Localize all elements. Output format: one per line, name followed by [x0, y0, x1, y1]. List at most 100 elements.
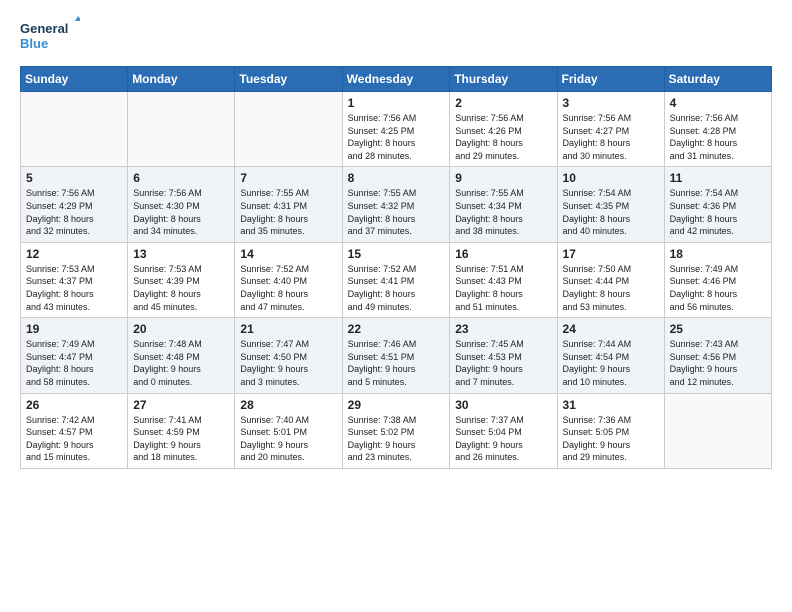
day-number: 30: [455, 398, 551, 412]
day-info: Sunrise: 7:54 AM Sunset: 4:36 PM Dayligh…: [670, 187, 766, 237]
week-row-4: 19 Sunrise: 7:49 AM Sunset: 4:47 PM Dayli…: [21, 318, 772, 393]
day-info: Sunrise: 7:52 AM Sunset: 4:41 PM Dayligh…: [348, 263, 445, 313]
day-number: 2: [455, 96, 551, 110]
weekday-header-sunday: Sunday: [21, 67, 128, 92]
day-number: 24: [563, 322, 659, 336]
day-info: Sunrise: 7:47 AM Sunset: 4:50 PM Dayligh…: [240, 338, 336, 388]
day-number: 28: [240, 398, 336, 412]
calendar-cell: 23Sunrise: 7:45 AM Sunset: 4:53 PM Dayli…: [450, 318, 557, 393]
day-info: Sunrise: 7:38 AM Sunset: 5:02 PM Dayligh…: [348, 414, 445, 464]
day-info: Sunrise: 7:53 AM Sunset: 4:37 PM Dayligh…: [26, 263, 122, 313]
svg-text:General: General: [20, 21, 68, 36]
day-number: 20: [133, 322, 229, 336]
day-number: 12: [26, 247, 122, 261]
week-row-5: 26 Sunrise: 7:42 AM Sunset: 4:57 PM Dayli…: [21, 393, 772, 468]
day-number: 6: [133, 171, 229, 185]
calendar-cell: 11 Sunrise: 7:54 AM Sunset: 4:36 PM Dayli…: [664, 167, 771, 242]
calendar-cell: [664, 393, 771, 468]
calendar-cell: 15 Sunrise: 7:52 AM Sunset: 4:41 PM Dayli…: [342, 242, 450, 317]
day-info: Sunrise: 7:40 AM Sunset: 5:01 PM Dayligh…: [240, 414, 336, 464]
calendar-cell: 28 Sunrise: 7:40 AM Sunset: 5:01 PM Dayli…: [235, 393, 342, 468]
calendar-cell: 14Sunrise: 7:52 AM Sunset: 4:40 PM Dayli…: [235, 242, 342, 317]
calendar-cell: 2 Sunrise: 7:56 AM Sunset: 4:26 PM Daylig…: [450, 92, 557, 167]
day-info: Sunrise: 7:56 AM Sunset: 4:25 PM Dayligh…: [348, 112, 445, 162]
day-info: Sunrise: 7:42 AM Sunset: 4:57 PM Dayligh…: [26, 414, 122, 464]
day-info: Sunrise: 7:54 AM Sunset: 4:35 PM Dayligh…: [563, 187, 659, 237]
calendar-cell: 9 Sunrise: 7:55 AM Sunset: 4:34 PM Daylig…: [450, 167, 557, 242]
calendar-cell: [235, 92, 342, 167]
day-info: Sunrise: 7:44 AM Sunset: 4:54 PM Dayligh…: [563, 338, 659, 388]
calendar-cell: [128, 92, 235, 167]
day-info: Sunrise: 7:48 AM Sunset: 4:48 PM Dayligh…: [133, 338, 229, 388]
day-info: Sunrise: 7:55 AM Sunset: 4:32 PM Dayligh…: [348, 187, 445, 237]
day-number: 26: [26, 398, 122, 412]
calendar-cell: 24 Sunrise: 7:44 AM Sunset: 4:54 PM Dayli…: [557, 318, 664, 393]
calendar-cell: 27Sunrise: 7:41 AM Sunset: 4:59 PM Dayli…: [128, 393, 235, 468]
day-number: 1: [348, 96, 445, 110]
day-number: 11: [670, 171, 766, 185]
calendar-cell: 20 Sunrise: 7:48 AM Sunset: 4:48 PM Dayli…: [128, 318, 235, 393]
calendar-cell: 19 Sunrise: 7:49 AM Sunset: 4:47 PM Dayli…: [21, 318, 128, 393]
week-row-1: 1 Sunrise: 7:56 AM Sunset: 4:25 PM Daylig…: [21, 92, 772, 167]
weekday-header-wednesday: Wednesday: [342, 67, 450, 92]
day-info: Sunrise: 7:49 AM Sunset: 4:46 PM Dayligh…: [670, 263, 766, 313]
weekday-header-monday: Monday: [128, 67, 235, 92]
day-info: Sunrise: 7:37 AM Sunset: 5:04 PM Dayligh…: [455, 414, 551, 464]
day-info: Sunrise: 7:56 AM Sunset: 4:26 PM Dayligh…: [455, 112, 551, 162]
day-number: 16: [455, 247, 551, 261]
day-number: 9: [455, 171, 551, 185]
day-info: Sunrise: 7:56 AM Sunset: 4:28 PM Dayligh…: [670, 112, 766, 162]
calendar-cell: 13 Sunrise: 7:53 AM Sunset: 4:39 PM Dayli…: [128, 242, 235, 317]
calendar-cell: 12 Sunrise: 7:53 AM Sunset: 4:37 PM Dayli…: [21, 242, 128, 317]
day-number: 10: [563, 171, 659, 185]
day-number: 18: [670, 247, 766, 261]
day-info: Sunrise: 7:53 AM Sunset: 4:39 PM Dayligh…: [133, 263, 229, 313]
day-number: 5: [26, 171, 122, 185]
day-info: Sunrise: 7:56 AM Sunset: 4:27 PM Dayligh…: [563, 112, 659, 162]
weekday-header-tuesday: Tuesday: [235, 67, 342, 92]
logo: General Blue: [20, 16, 80, 56]
day-number: 4: [670, 96, 766, 110]
day-number: 13: [133, 247, 229, 261]
day-info: Sunrise: 7:52 AM Sunset: 4:40 PM Dayligh…: [240, 263, 336, 313]
day-info: Sunrise: 7:55 AM Sunset: 4:31 PM Dayligh…: [240, 187, 336, 237]
logo-svg: General Blue: [20, 16, 80, 56]
calendar-cell: 29 Sunrise: 7:38 AM Sunset: 5:02 PM Dayli…: [342, 393, 450, 468]
calendar-cell: 18 Sunrise: 7:49 AM Sunset: 4:46 PM Dayli…: [664, 242, 771, 317]
calendar-cell: 26 Sunrise: 7:42 AM Sunset: 4:57 PM Dayli…: [21, 393, 128, 468]
day-number: 27: [133, 398, 229, 412]
calendar-cell: 22Sunrise: 7:46 AM Sunset: 4:51 PM Dayli…: [342, 318, 450, 393]
day-number: 19: [26, 322, 122, 336]
calendar-cell: 25Sunrise: 7:43 AM Sunset: 4:56 PM Dayli…: [664, 318, 771, 393]
day-number: 31: [563, 398, 659, 412]
calendar-cell: 5 Sunrise: 7:56 AM Sunset: 4:29 PM Daylig…: [21, 167, 128, 242]
weekday-header-saturday: Saturday: [664, 67, 771, 92]
calendar: SundayMondayTuesdayWednesdayThursdayFrid…: [20, 66, 772, 469]
day-number: 15: [348, 247, 445, 261]
svg-text:Blue: Blue: [20, 36, 48, 51]
day-info: Sunrise: 7:56 AM Sunset: 4:29 PM Dayligh…: [26, 187, 122, 237]
day-number: 3: [563, 96, 659, 110]
day-number: 29: [348, 398, 445, 412]
calendar-cell: 7Sunrise: 7:55 AM Sunset: 4:31 PM Daylig…: [235, 167, 342, 242]
page: General Blue SundayMondayTuesdayWednesda…: [0, 0, 792, 612]
day-info: Sunrise: 7:51 AM Sunset: 4:43 PM Dayligh…: [455, 263, 551, 313]
calendar-cell: 4 Sunrise: 7:56 AM Sunset: 4:28 PM Daylig…: [664, 92, 771, 167]
calendar-cell: 10 Sunrise: 7:54 AM Sunset: 4:35 PM Dayli…: [557, 167, 664, 242]
day-info: Sunrise: 7:36 AM Sunset: 5:05 PM Dayligh…: [563, 414, 659, 464]
day-number: 17: [563, 247, 659, 261]
day-number: 25: [670, 322, 766, 336]
calendar-cell: [21, 92, 128, 167]
calendar-cell: 17Sunrise: 7:50 AM Sunset: 4:44 PM Dayli…: [557, 242, 664, 317]
calendar-cell: 21Sunrise: 7:47 AM Sunset: 4:50 PM Dayli…: [235, 318, 342, 393]
calendar-cell: 3 Sunrise: 7:56 AM Sunset: 4:27 PM Daylig…: [557, 92, 664, 167]
day-info: Sunrise: 7:49 AM Sunset: 4:47 PM Dayligh…: [26, 338, 122, 388]
calendar-cell: 16 Sunrise: 7:51 AM Sunset: 4:43 PM Dayli…: [450, 242, 557, 317]
day-info: Sunrise: 7:55 AM Sunset: 4:34 PM Dayligh…: [455, 187, 551, 237]
calendar-cell: 8 Sunrise: 7:55 AM Sunset: 4:32 PM Daylig…: [342, 167, 450, 242]
day-number: 23: [455, 322, 551, 336]
weekday-header-friday: Friday: [557, 67, 664, 92]
day-number: 8: [348, 171, 445, 185]
calendar-cell: 6Sunrise: 7:56 AM Sunset: 4:30 PM Daylig…: [128, 167, 235, 242]
calendar-cell: 31 Sunrise: 7:36 AM Sunset: 5:05 PM Dayli…: [557, 393, 664, 468]
